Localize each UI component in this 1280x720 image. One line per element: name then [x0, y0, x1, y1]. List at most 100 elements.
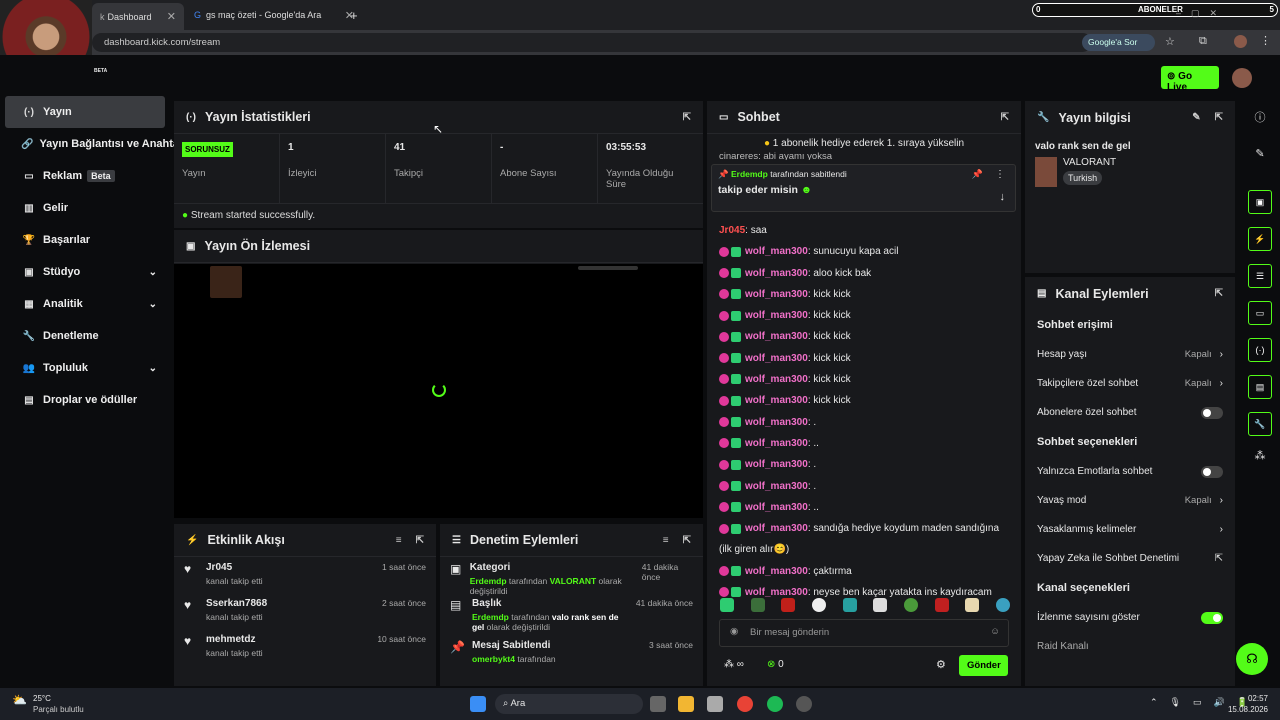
edit-icon[interactable]: ✎ — [1192, 112, 1200, 123]
lightning-widget-icon[interactable]: ⚡ — [1248, 227, 1272, 251]
chrome-icon[interactable] — [737, 696, 753, 712]
emote-icon[interactable] — [995, 598, 1010, 612]
sidebar-item-topluluk[interactable]: 👥 Topluluk ⌄ — [5, 352, 165, 384]
emote-icon[interactable] — [873, 598, 888, 612]
emote-icon[interactable] — [811, 598, 826, 612]
extensions-icon[interactable]: ⧉ — [1199, 35, 1207, 48]
unpin-icon[interactable]: 📌 — [972, 169, 983, 180]
collapse-arrow-icon[interactable]: ↓ — [1000, 191, 1006, 203]
address-bar[interactable]: dashboard.kick.com/stream — [92, 33, 1092, 52]
store-icon[interactable] — [707, 696, 723, 712]
emote-icon[interactable] — [781, 598, 796, 612]
support-headset-button[interactable]: ☊ — [1236, 643, 1268, 675]
bookmark-star-icon[interactable]: ☆ — [1165, 35, 1175, 48]
broadcast-widget-icon[interactable]: (·) — [1248, 338, 1272, 362]
google-ask-button[interactable]: Google'a Sor — [1082, 34, 1155, 51]
popout-icon[interactable]: ⇱ — [416, 535, 424, 546]
chat-username[interactable]: wolf_man300 — [745, 331, 808, 342]
setting-followers-only[interactable]: Takipçilere özel sohbet Kapalı › — [1025, 369, 1235, 398]
pinned-by-user[interactable]: Erdemdp — [731, 169, 768, 179]
popout-icon[interactable]: ⇱ — [683, 112, 691, 123]
setting-account-age[interactable]: Hesap yaşı Kapalı › — [1025, 340, 1235, 369]
setting-banned-words[interactable]: Yasaklanmış kelimeler › — [1025, 515, 1235, 544]
sidebar-item-basarilar[interactable]: 🏆 Başarılar — [5, 224, 165, 256]
chat-username[interactable]: Jr045 — [719, 225, 745, 236]
chat-username[interactable]: wolf_man300 — [745, 459, 808, 470]
emote-icon[interactable] — [965, 598, 980, 612]
taskbar-search[interactable]: ⌕ Ara — [495, 694, 643, 714]
toggle-switch[interactable] — [1201, 406, 1223, 419]
more-options-icon[interactable]: ⋮ — [995, 169, 1005, 180]
tab-google-search[interactable]: G gs maç özeti - Google'da Ara ✕ — [186, 4, 362, 26]
activity-user[interactable]: Jr045 — [206, 562, 263, 573]
info-icon[interactable]: ⓘ — [1240, 100, 1280, 136]
chat-mode-icon[interactable]: ◉ — [730, 626, 738, 637]
emote-icon[interactable] — [903, 598, 918, 612]
chat-username[interactable]: wolf_man300 — [745, 502, 808, 513]
tab-dashboard[interactable]: k Dashboard ✕ — [92, 3, 184, 30]
chat-widget-icon[interactable]: ▭ — [1248, 301, 1272, 325]
browser-menu-icon[interactable]: ⋮ — [1260, 34, 1271, 47]
channel-points[interactable]: ⊗ 0 — [767, 659, 784, 670]
filter-icon[interactable]: ≡ — [396, 535, 402, 546]
file-explorer-icon[interactable] — [678, 696, 694, 712]
emote-icon[interactable] — [750, 598, 765, 612]
chat-username[interactable]: wolf_man300 — [745, 246, 808, 257]
popout-icon[interactable]: ⇱ — [1215, 112, 1223, 123]
category-name[interactable]: VALORANT — [1063, 157, 1116, 168]
popout-icon[interactable]: ⇱ — [683, 535, 691, 546]
mod-user[interactable]: Erdemdp — [472, 612, 509, 622]
setting-slow-mode[interactable]: Yavaş mod Kapalı › — [1025, 486, 1235, 515]
go-live-button[interactable]: ⊚ Go Live — [1161, 66, 1219, 93]
video-player[interactable] — [174, 264, 703, 518]
category-thumbnail[interactable] — [1035, 157, 1057, 187]
emoji-picker-icon[interactable]: ☺ — [990, 626, 1000, 637]
emote-icon[interactable] — [842, 598, 857, 612]
chat-username[interactable]: wolf_man300 — [745, 566, 808, 577]
wrench-widget-icon[interactable]: 🔧 — [1248, 412, 1272, 436]
emote-icon[interactable] — [720, 598, 734, 612]
sidebar-item-droplar[interactable]: ▤ Droplar ve ödüller — [5, 384, 165, 416]
chat-username[interactable]: wolf_man300 — [745, 395, 808, 406]
close-tab-icon[interactable]: ✕ — [167, 10, 176, 23]
activity-user[interactable]: mehmetdz — [206, 634, 263, 645]
sidebar-item-yayin[interactable]: (·) Yayın — [5, 96, 165, 128]
window-controls[interactable]: –▢✕ — [1176, 8, 1227, 19]
chat-username[interactable]: wolf_man300 — [745, 481, 808, 492]
sidebar-item-stream-key[interactable]: 🔗 Yayın Bağlantısı ve Anahtar — [5, 128, 183, 160]
people-icon[interactable]: ⁂ — [1240, 449, 1280, 462]
sidebar-item-studyo[interactable]: ▣ Stüdyo ⌄ — [5, 256, 165, 288]
activity-user[interactable]: Sserkan7868 — [206, 598, 267, 609]
list-widget-icon[interactable]: ☰ — [1248, 264, 1272, 288]
toggle-switch[interactable] — [1201, 611, 1223, 624]
spotify-icon[interactable] — [767, 696, 783, 712]
chat-username[interactable]: wolf_man300 — [745, 438, 808, 449]
profile-avatar-icon[interactable] — [1234, 35, 1247, 48]
filter-icon[interactable]: ≡ — [663, 535, 669, 546]
chat-username[interactable]: wolf_man300 — [745, 587, 808, 598]
channel-widget-icon[interactable]: ▤ — [1248, 375, 1272, 399]
sidebar-item-analitik[interactable]: ▦ Analitik ⌄ — [5, 288, 165, 320]
steam-icon[interactable] — [796, 696, 812, 712]
popout-icon[interactable]: ⇱ — [1001, 112, 1009, 123]
chat-username[interactable]: wolf_man300 — [745, 310, 808, 321]
setting-raid-channel[interactable]: Raid Kanalı — [1025, 632, 1235, 661]
gift-promo[interactable]: ● 1 abonelik hediye ederek 1. sıraya yük… — [707, 134, 1021, 150]
chat-username[interactable]: wolf_man300 — [745, 374, 808, 385]
chat-username[interactable]: wolf_man300 — [745, 353, 808, 364]
sidebar-item-denetleme[interactable]: 🔧 Denetleme — [5, 320, 165, 352]
sidebar-item-reklam[interactable]: ▭ Reklam Beta — [5, 160, 165, 192]
chat-input[interactable]: ◉ Bir mesaj gönderin ☺ — [719, 619, 1009, 647]
user-avatar[interactable] — [1232, 68, 1252, 88]
task-view-icon[interactable] — [650, 696, 666, 712]
mod-user[interactable]: Erdemdp — [470, 576, 507, 586]
chat-username[interactable]: wolf_man300 — [745, 268, 808, 279]
new-tab-button[interactable]: + — [342, 4, 366, 26]
clock-time[interactable]: 02:57 — [1232, 694, 1268, 703]
emote-icon[interactable] — [934, 598, 949, 612]
chat-settings-icon[interactable]: ⚙ — [936, 658, 946, 671]
edit-icon[interactable]: ✎ — [1240, 136, 1280, 190]
chat-username[interactable]: wolf_man300 — [745, 289, 808, 300]
setting-ai-moderation[interactable]: Yapay Zeka ile Sohbet Denetimi ⇱ — [1025, 544, 1235, 573]
toggle-switch[interactable] — [1201, 465, 1223, 478]
